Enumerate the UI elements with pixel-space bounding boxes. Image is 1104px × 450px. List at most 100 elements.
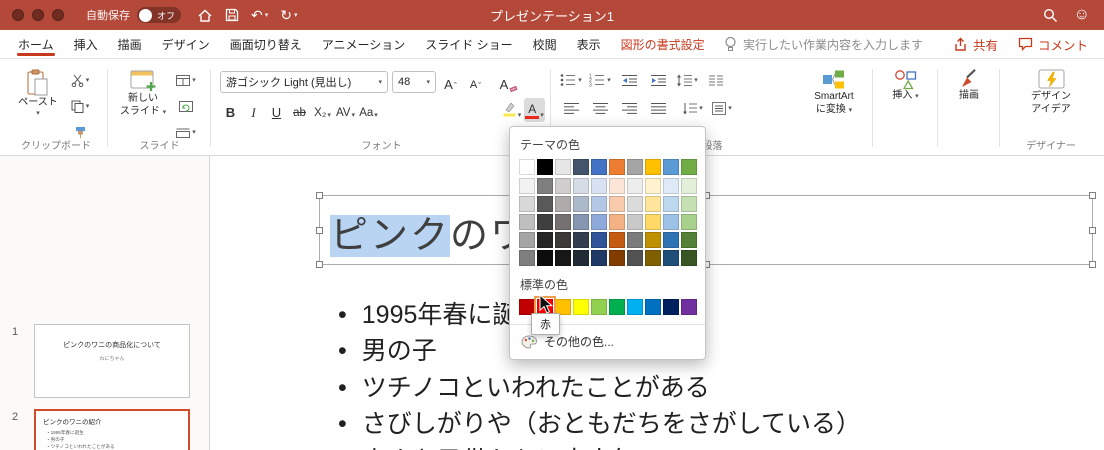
theme-color-swatch[interactable]	[591, 250, 607, 266]
theme-color-swatch[interactable]	[627, 178, 643, 194]
standard-color-swatch[interactable]	[609, 299, 625, 315]
standard-color-swatch[interactable]	[627, 299, 643, 315]
slide-body-text[interactable]: 1995年春に誕生男の子ツチノコといわれたことがあるさびしがりや（おともだちをさ…	[338, 297, 1098, 450]
feedback-smiley-icon[interactable]: ☺	[1074, 7, 1090, 23]
change-case-button[interactable]: Aa ▾	[358, 98, 379, 122]
italic-button[interactable]: I	[243, 98, 264, 122]
new-slide-button[interactable]: 新しい スライド ▾	[114, 69, 172, 118]
resize-handle[interactable]	[316, 261, 323, 268]
paste-button[interactable]: ペースト ▾	[12, 69, 64, 118]
theme-color-swatch[interactable]	[681, 232, 697, 248]
theme-color-swatch[interactable]	[573, 214, 589, 230]
justify-button[interactable]	[645, 97, 671, 119]
tab-draw[interactable]: 描画	[108, 30, 152, 58]
theme-color-swatch[interactable]	[537, 250, 553, 266]
undo-button[interactable]: ↶ ▾	[251, 8, 268, 22]
comments-button[interactable]: コメント	[1018, 30, 1088, 58]
theme-color-swatch[interactable]	[663, 178, 679, 194]
design-ideas-button[interactable]: デザイン アイデア	[1011, 67, 1091, 116]
theme-color-swatch[interactable]	[555, 250, 571, 266]
theme-color-swatch[interactable]	[555, 159, 571, 175]
theme-color-swatch[interactable]	[609, 159, 625, 175]
close-button[interactable]	[12, 9, 24, 21]
theme-color-swatch[interactable]	[609, 196, 625, 212]
redo-button[interactable]: ↻ ▾	[280, 8, 297, 22]
search-icon[interactable]	[1043, 8, 1058, 23]
tab-home[interactable]: ホーム	[8, 30, 64, 58]
resize-handle[interactable]	[316, 227, 323, 234]
theme-color-swatch[interactable]	[519, 159, 535, 175]
convert-to-smartart-button[interactable]: SmartArt に変換 ▾	[803, 69, 865, 116]
character-spacing-button[interactable]: AV ▾	[335, 98, 356, 122]
theme-color-swatch[interactable]	[645, 196, 661, 212]
decrease-indent-button[interactable]	[616, 69, 642, 91]
theme-color-swatch[interactable]	[645, 178, 661, 194]
home-icon[interactable]	[197, 8, 213, 23]
highlight-color-button[interactable]: ▾	[501, 98, 522, 122]
theme-color-swatch[interactable]	[591, 178, 607, 194]
resize-handle[interactable]	[1089, 192, 1096, 199]
theme-color-swatch[interactable]	[573, 178, 589, 194]
theme-color-swatch[interactable]	[573, 232, 589, 248]
minimize-button[interactable]	[32, 9, 44, 21]
line-spacing-button[interactable]: ▾	[674, 69, 700, 91]
text-direction-button[interactable]: ▾	[680, 97, 706, 119]
theme-color-swatch[interactable]	[555, 214, 571, 230]
insert-shapes-button[interactable]: 挿入 ▾	[877, 69, 935, 103]
standard-color-swatch[interactable]	[681, 299, 697, 315]
theme-color-swatch[interactable]	[645, 250, 661, 266]
tab-design[interactable]: デザイン	[152, 30, 220, 58]
theme-color-swatch[interactable]	[573, 250, 589, 266]
align-right-button[interactable]	[616, 97, 642, 119]
numbered-list-button[interactable]: 123 ▾	[587, 69, 613, 91]
theme-color-swatch[interactable]	[519, 232, 535, 248]
bold-button[interactable]: B	[220, 98, 241, 122]
theme-color-swatch[interactable]	[663, 159, 679, 175]
clear-formatting-button[interactable]: A	[498, 70, 519, 94]
tab-animations[interactable]: アニメーション	[312, 30, 416, 58]
theme-color-swatch[interactable]	[537, 214, 553, 230]
theme-color-swatch[interactable]	[555, 196, 571, 212]
underline-button[interactable]: U	[266, 98, 287, 122]
theme-color-swatch[interactable]	[609, 232, 625, 248]
zoom-button[interactable]	[52, 9, 64, 21]
share-button[interactable]: 共有	[953, 30, 998, 58]
theme-color-swatch[interactable]	[681, 250, 697, 266]
theme-color-swatch[interactable]	[519, 196, 535, 212]
theme-color-swatch[interactable]	[537, 232, 553, 248]
tab-slideshow[interactable]: スライド ショー	[415, 30, 522, 58]
theme-color-swatch[interactable]	[609, 178, 625, 194]
draw-button[interactable]: 描画	[940, 69, 998, 103]
slide-layout-button[interactable]: ▾	[174, 71, 198, 89]
theme-color-swatch[interactable]	[609, 250, 625, 266]
align-text-button[interactable]: ▾	[709, 97, 735, 119]
bullet-list-button[interactable]: ▾	[558, 69, 584, 91]
theme-color-swatch[interactable]	[609, 214, 625, 230]
increase-indent-button[interactable]	[645, 69, 671, 91]
subscript-button[interactable]: X₂ ▾	[312, 98, 333, 122]
align-left-button[interactable]	[558, 97, 584, 119]
tab-insert[interactable]: 挿入	[64, 30, 108, 58]
font-name-select[interactable]: 游ゴシック Light (見出し) ▾	[220, 71, 388, 93]
tab-view[interactable]: 表示	[567, 30, 611, 58]
theme-color-swatch[interactable]	[627, 232, 643, 248]
theme-color-swatch[interactable]	[537, 196, 553, 212]
tab-shape-format[interactable]: 図形の書式設定	[611, 30, 715, 58]
standard-color-swatch[interactable]	[663, 299, 679, 315]
shrink-font-button[interactable]: Aˇ	[465, 70, 486, 94]
reset-slide-button[interactable]	[174, 97, 198, 115]
theme-color-swatch[interactable]	[519, 250, 535, 266]
theme-color-swatch[interactable]	[591, 159, 607, 175]
resize-handle[interactable]	[1089, 261, 1096, 268]
theme-color-swatch[interactable]	[591, 214, 607, 230]
copy-button[interactable]: ▾	[68, 97, 92, 115]
grow-font-button[interactable]: Aˆ	[440, 70, 461, 94]
tab-transitions[interactable]: 画面切り替え	[220, 30, 312, 58]
strikethrough-button[interactable]: ab	[289, 98, 310, 122]
theme-color-swatch[interactable]	[645, 159, 661, 175]
theme-color-swatch[interactable]	[537, 178, 553, 194]
font-size-select[interactable]: 48 ▾	[392, 71, 436, 93]
theme-color-swatch[interactable]	[681, 159, 697, 175]
font-color-button[interactable]: A ▾	[524, 98, 545, 122]
theme-color-swatch[interactable]	[663, 232, 679, 248]
